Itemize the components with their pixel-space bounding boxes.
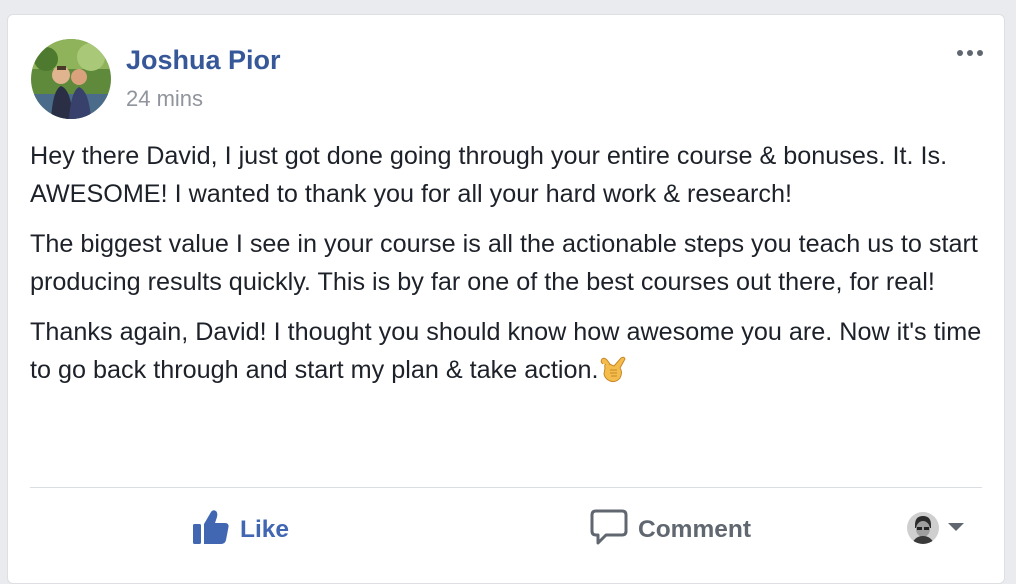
- comment-label: Comment: [638, 516, 751, 543]
- speech-bubble-icon: [590, 509, 628, 552]
- viewer-avatar: [907, 512, 939, 544]
- like-label: Like: [240, 516, 290, 543]
- post-body: Hey there David, I just got done going t…: [30, 138, 990, 402]
- like-button[interactable]: Like: [192, 509, 290, 552]
- post-timestamp[interactable]: 24 mins: [126, 86, 203, 112]
- author-name[interactable]: Joshua Pior: [126, 45, 281, 76]
- author-avatar[interactable]: [31, 39, 111, 119]
- actions-divider: [30, 487, 982, 488]
- post-paragraph: Hey there David, I just got done going t…: [30, 142, 948, 208]
- comment-button[interactable]: Comment: [590, 509, 751, 552]
- caret-down-icon: [947, 519, 965, 537]
- post-card: Joshua Pior 24 mins Hey there David, I j…: [7, 14, 1005, 584]
- more-options-icon[interactable]: [954, 45, 986, 61]
- call-me-hand-emoji: [600, 354, 628, 384]
- post-paragraph: The biggest value I see in your course i…: [30, 230, 978, 296]
- post-as-selector[interactable]: [907, 512, 965, 544]
- thumbs-up-icon: [192, 509, 230, 552]
- post-paragraph-text: Thanks again, David! I thought you shoul…: [30, 318, 982, 384]
- post-paragraph: Thanks again, David! I thought you shoul…: [30, 314, 990, 389]
